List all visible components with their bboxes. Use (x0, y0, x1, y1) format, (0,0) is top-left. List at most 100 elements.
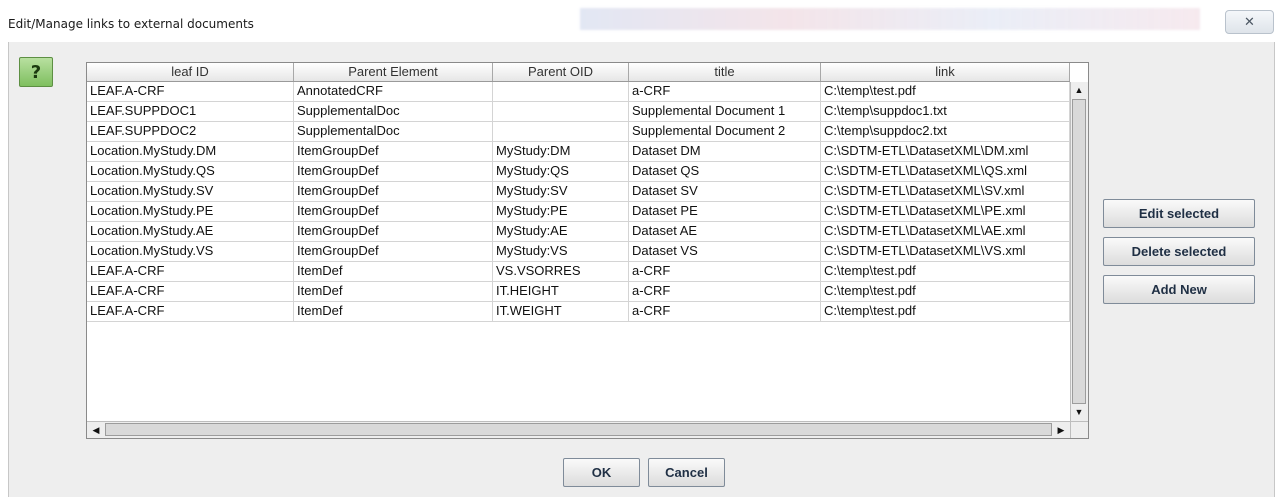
cell-parent-oid[interactable] (493, 102, 629, 121)
cell-parent-element[interactable]: ItemDef (294, 282, 493, 301)
cell-link[interactable]: C:\temp\test.pdf (821, 262, 1070, 281)
cell-link[interactable]: C:\temp\test.pdf (821, 282, 1070, 301)
help-button[interactable]: ? (19, 57, 53, 87)
table-row[interactable]: Location.MyStudy.PE ItemGroupDef MyStudy:P… (87, 202, 1070, 222)
cell-title[interactable]: Supplemental Document 1 (629, 102, 821, 121)
cell-leaf-id[interactable]: Location.MyStudy.PE (87, 202, 294, 221)
cell-title[interactable]: a-CRF (629, 282, 821, 301)
column-header-parent-oid[interactable]: Parent OID (493, 63, 629, 81)
cell-parent-oid[interactable]: MyStudy:PE (493, 202, 629, 221)
horizontal-scrollbar[interactable]: ◀ ▶ (87, 421, 1070, 438)
cell-parent-oid[interactable] (493, 82, 629, 101)
cell-parent-oid[interactable]: MyStudy:AE (493, 222, 629, 241)
table-header: leaf ID Parent Element Parent OID title … (87, 63, 1070, 82)
cell-leaf-id[interactable]: LEAF.SUPPDOC1 (87, 102, 294, 121)
cell-parent-oid[interactable]: IT.HEIGHT (493, 282, 629, 301)
cell-link[interactable]: C:\temp\test.pdf (821, 82, 1070, 101)
cell-parent-element[interactable]: ItemGroupDef (294, 222, 493, 241)
scroll-up-icon[interactable]: ▲ (1072, 83, 1086, 97)
table-row[interactable]: Location.MyStudy.SV ItemGroupDef MyStudy:S… (87, 182, 1070, 202)
cancel-button[interactable]: Cancel (648, 458, 725, 487)
cell-parent-oid[interactable]: MyStudy:DM (493, 142, 629, 161)
scroll-left-icon[interactable]: ◀ (89, 423, 103, 437)
cell-leaf-id[interactable]: LEAF.A-CRF (87, 282, 294, 301)
table-row[interactable]: Location.MyStudy.VS ItemGroupDef MyStudy:V… (87, 242, 1070, 262)
cell-link[interactable]: C:\SDTM-ETL\DatasetXML\VS.xml (821, 242, 1070, 261)
column-header-link[interactable]: link (821, 63, 1070, 81)
cell-leaf-id[interactable]: LEAF.A-CRF (87, 82, 294, 101)
cell-parent-oid[interactable]: VS.VSORRES (493, 262, 629, 281)
cell-title[interactable]: a-CRF (629, 262, 821, 281)
cell-title[interactable]: a-CRF (629, 82, 821, 101)
close-button[interactable]: ✕ (1225, 10, 1274, 34)
column-header-parent-element[interactable]: Parent Element (294, 63, 493, 81)
table-row[interactable]: Location.MyStudy.AE ItemGroupDef MyStudy:A… (87, 222, 1070, 242)
cell-title[interactable]: Dataset VS (629, 242, 821, 261)
cell-leaf-id[interactable]: LEAF.A-CRF (87, 302, 294, 321)
table-row[interactable]: LEAF.SUPPDOC1 SupplementalDoc Supplemental… (87, 102, 1070, 122)
cell-leaf-id[interactable]: Location.MyStudy.VS (87, 242, 294, 261)
cell-parent-oid[interactable] (493, 122, 629, 141)
cell-link[interactable]: C:\SDTM-ETL\DatasetXML\DM.xml (821, 142, 1070, 161)
cell-link[interactable]: C:\SDTM-ETL\DatasetXML\AE.xml (821, 222, 1070, 241)
table-row[interactable]: LEAF.A-CRF AnnotatedCRF a-CRF C:\temp\test.… (87, 82, 1070, 102)
cell-parent-oid[interactable]: IT.WEIGHT (493, 302, 629, 321)
cell-link[interactable]: C:\SDTM-ETL\DatasetXML\QS.xml (821, 162, 1070, 181)
cell-title[interactable]: a-CRF (629, 302, 821, 321)
cell-title[interactable]: Supplemental Document 2 (629, 122, 821, 141)
scroll-corner (1070, 421, 1088, 438)
cell-parent-element[interactable]: SupplementalDoc (294, 102, 493, 121)
add-new-button[interactable]: Add New (1103, 275, 1255, 304)
cell-link[interactable]: C:\temp\suppdoc2.txt (821, 122, 1070, 141)
delete-selected-button[interactable]: Delete selected (1103, 237, 1255, 266)
cell-leaf-id[interactable]: LEAF.SUPPDOC2 (87, 122, 294, 141)
vertical-scrollbar[interactable]: ▲ ▼ (1070, 82, 1088, 421)
table-row[interactable]: Location.MyStudy.QS ItemGroupDef MyStudy:Q… (87, 162, 1070, 182)
cell-parent-element[interactable]: AnnotatedCRF (294, 82, 493, 101)
table-body: LEAF.A-CRF AnnotatedCRF a-CRF C:\temp\test.… (87, 82, 1070, 322)
cell-leaf-id[interactable]: Location.MyStudy.DM (87, 142, 294, 161)
cell-parent-element[interactable]: ItemGroupDef (294, 242, 493, 261)
cell-parent-element[interactable]: ItemGroupDef (294, 162, 493, 181)
cell-leaf-id[interactable]: Location.MyStudy.SV (87, 182, 294, 201)
scroll-down-icon[interactable]: ▼ (1072, 405, 1086, 419)
help-icon: ? (30, 61, 42, 83)
table-row[interactable]: LEAF.A-CRF ItemDef IT.HEIGHT a-CRF C:\temp\t… (87, 282, 1070, 302)
table-row[interactable]: LEAF.A-CRF ItemDef VS.VSORRES a-CRF C:\temp\… (87, 262, 1070, 282)
table-row[interactable]: LEAF.SUPPDOC2 SupplementalDoc Supplemental… (87, 122, 1070, 142)
cell-title[interactable]: Dataset QS (629, 162, 821, 181)
cell-parent-oid[interactable]: MyStudy:VS (493, 242, 629, 261)
background-decoration (580, 8, 1200, 30)
cell-parent-element[interactable]: SupplementalDoc (294, 122, 493, 141)
cell-link[interactable]: C:\SDTM-ETL\DatasetXML\PE.xml (821, 202, 1070, 221)
horizontal-scroll-thumb[interactable] (105, 423, 1052, 436)
cell-leaf-id[interactable]: Location.MyStudy.AE (87, 222, 294, 241)
cell-parent-oid[interactable]: MyStudy:SV (493, 182, 629, 201)
column-header-leaf-id[interactable]: leaf ID (87, 63, 294, 81)
cell-title[interactable]: Dataset DM (629, 142, 821, 161)
links-table: leaf ID Parent Element Parent OID title … (86, 62, 1089, 439)
cell-title[interactable]: Dataset SV (629, 182, 821, 201)
cell-parent-element[interactable]: ItemDef (294, 302, 493, 321)
cell-title[interactable]: Dataset AE (629, 222, 821, 241)
table-row[interactable]: LEAF.A-CRF ItemDef IT.WEIGHT a-CRF C:\temp\t… (87, 302, 1070, 322)
cell-link[interactable]: C:\temp\suppdoc1.txt (821, 102, 1070, 121)
cell-link[interactable]: C:\temp\test.pdf (821, 302, 1070, 321)
close-icon: ✕ (1244, 14, 1255, 29)
ok-button[interactable]: OK (563, 458, 640, 487)
cell-parent-element[interactable]: ItemGroupDef (294, 202, 493, 221)
cell-leaf-id[interactable]: Location.MyStudy.QS (87, 162, 294, 181)
table-row[interactable]: Location.MyStudy.DM ItemGroupDef MyStudy:D… (87, 142, 1070, 162)
cell-parent-element[interactable]: ItemDef (294, 262, 493, 281)
column-header-title[interactable]: title (629, 63, 821, 81)
window-title: Edit/Manage links to external documents (8, 17, 254, 31)
vertical-scroll-thumb[interactable] (1072, 99, 1086, 404)
cell-leaf-id[interactable]: LEAF.A-CRF (87, 262, 294, 281)
edit-selected-button[interactable]: Edit selected (1103, 199, 1255, 228)
cell-title[interactable]: Dataset PE (629, 202, 821, 221)
cell-parent-element[interactable]: ItemGroupDef (294, 182, 493, 201)
cell-parent-oid[interactable]: MyStudy:QS (493, 162, 629, 181)
scroll-right-icon[interactable]: ▶ (1054, 423, 1068, 437)
cell-parent-element[interactable]: ItemGroupDef (294, 142, 493, 161)
cell-link[interactable]: C:\SDTM-ETL\DatasetXML\SV.xml (821, 182, 1070, 201)
